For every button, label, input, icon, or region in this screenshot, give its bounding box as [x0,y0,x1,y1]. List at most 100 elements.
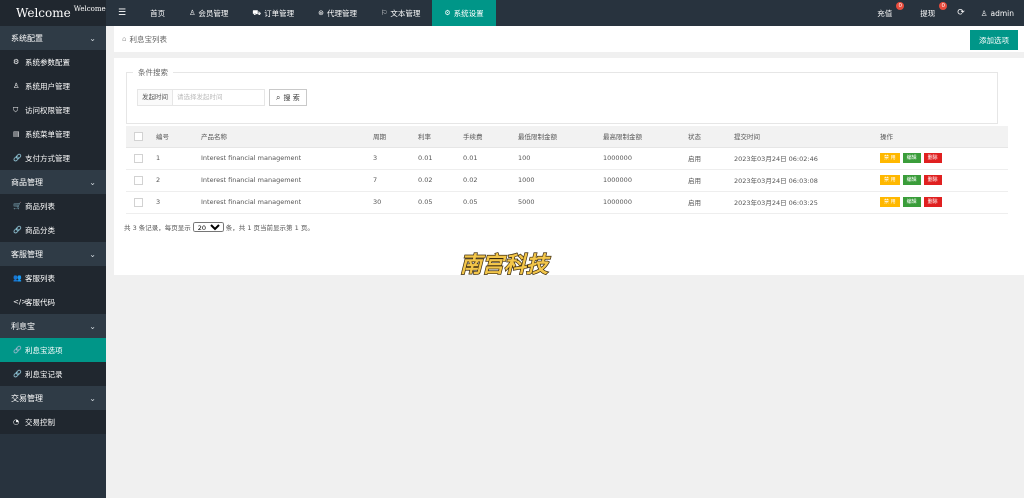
cell-fee: 0.05 [459,191,514,214]
sidebar-item-system-params[interactable]: ⚙ 系统参数配置 [0,50,106,74]
brand-title: Welcome [16,6,71,20]
dashboard-icon: ◔ [13,418,20,426]
header-product: 产品名称 [197,126,369,148]
user-menu[interactable]: ♙ admin [973,0,1024,26]
sidebar-item-interest-options[interactable]: 🔗 利息宝选项 [0,338,106,362]
chevron-down-icon: ⌄ [89,249,96,259]
user-icon: ♙ [13,82,20,90]
search-input[interactable]: 请选择发起时间 [173,89,265,106]
chevron-down-icon: ⌄ [89,33,96,43]
cell-actions: 禁 用编辑 删除 [876,147,1008,170]
header-status: 状态 [684,126,730,148]
cell-actions: 禁 用编辑 删除 [876,191,1008,214]
top-nav-text[interactable]: ⚐ 文本管理 [369,0,432,26]
sidebar-group-trade[interactable]: 交易管理 ⌄ [0,386,106,410]
home-icon: ⌂ [122,35,127,43]
cell-status: 启用 [684,147,730,170]
link-icon: 🔗 [13,226,22,234]
delete-button[interactable]: 删除 [923,197,942,207]
top-nav-home[interactable]: 首页 [138,0,177,26]
sidebar-item-access[interactable]: ⛉ 访问权限管理 [0,98,106,122]
disable-button[interactable]: 禁 用 [880,175,900,185]
sidebar-item-trade-control[interactable]: ◔ 交易控制 [0,410,106,434]
cell-max: 1000000 [599,147,684,170]
sidebar-group-interest[interactable]: 利息宝 ⌄ [0,314,106,338]
pagination-info: 共 3 条记录，每页显示 20 条，共 1 页当前显示第 1 页。 [124,222,314,232]
cell-period: 3 [369,147,414,170]
refresh-button[interactable]: ⟳ [949,0,973,26]
top-nav-orders[interactable]: ⛟ 订单管理 [240,0,306,26]
edit-button[interactable]: 编辑 [902,153,921,163]
page-size-select[interactable]: 20 [192,222,224,232]
cell-time: 2023年03月24日 06:03:08 [730,169,876,192]
content-area: ⌂ 利息宝列表 添加选项 条件搜索 发起时间 请选择发起时间 ⌕ 搜 索 编号 … [106,26,1024,498]
sidebar-group-service[interactable]: 客服管理 ⌄ [0,242,106,266]
cell-status: 启用 [684,169,730,192]
sidebar-item-payment[interactable]: 🔗 支付方式管理 [0,146,106,170]
table-row: 1 Interest financial management 3 0.01 0… [126,147,1008,170]
brand-sup: Welcome [73,5,106,13]
search-button[interactable]: ⌕ 搜 索 [269,89,307,106]
sidebar: Welcome Welcome 系统配置 ⌄ ⚙ 系统参数配置 ♙ 系统用户管理 ⛉ 访… [0,0,106,498]
table-row: 2 Interest financial management 7 0.02 0… [126,169,1008,192]
header-id: 编号 [152,126,197,148]
row-checkbox[interactable] [134,153,143,163]
cart-icon: 🛒 [13,202,22,210]
row-checkbox[interactable] [134,175,143,185]
withdraw-link[interactable]: 提现 0 [906,0,949,26]
row-checkbox[interactable] [134,197,143,207]
chevron-down-icon: ⌄ [89,177,96,187]
edit-button[interactable]: 编辑 [902,175,921,185]
sidebar-item-interest-records[interactable]: 🔗 利息宝记录 [0,362,106,386]
top-nav-agents[interactable]: ⊛ 代理管理 [306,0,369,26]
search-legend: 条件搜索 [133,67,173,78]
sidebar-item-service-list[interactable]: 👥 客服列表 [0,266,106,290]
pager-prefix: 共 3 条记录，每页显示 [124,224,191,232]
cell-product: Interest financial management [197,169,369,192]
shield-icon: ⛉ [13,105,19,114]
cell-max: 1000000 [599,169,684,192]
sidebar-item-goods-list[interactable]: 🛒 商品列表 [0,194,106,218]
sidebar-item-service-code[interactable]: </> 客服代码 [0,290,106,314]
disable-button[interactable]: 禁 用 [880,153,900,163]
add-option-button[interactable]: 添加选项 [970,30,1018,50]
search-label: 发起时间 [137,89,173,106]
select-all-checkbox[interactable] [134,131,143,141]
delete-button[interactable]: 删除 [923,175,942,185]
sidebar-item-menus[interactable]: ▤ 系统菜单管理 [0,122,106,146]
flag-icon: ⚐ [381,9,388,17]
code-icon: </> [13,298,28,306]
sidebar-item-system-users[interactable]: ♙ 系统用户管理 [0,74,106,98]
recharge-badge: 0 [896,2,905,10]
header-time: 提交时间 [730,126,876,148]
disable-button[interactable]: 禁 用 [880,197,900,207]
header-max: 最高限制金额 [599,126,684,148]
sidebar-item-goods-category[interactable]: 🔗 商品分类 [0,218,106,242]
top-nav-settings[interactable]: ⚙ 系统设置 [432,0,496,26]
cell-period: 30 [369,191,414,214]
delete-button[interactable]: 删除 [923,153,942,163]
refresh-icon: ⟳ [957,8,965,18]
search-fieldset: 条件搜索 发起时间 请选择发起时间 ⌕ 搜 索 [126,67,998,124]
menu-toggle[interactable]: ☰ [106,0,138,26]
breadcrumb: ⌂ 利息宝列表 添加选项 [114,26,1024,52]
header-rate: 利率 [414,126,459,148]
select-all-cell[interactable] [126,126,152,148]
recharge-link[interactable]: 充值 0 [863,0,906,26]
sidebar-group-goods[interactable]: 商品管理 ⌄ [0,170,106,194]
cell-product: Interest financial management [197,147,369,170]
cell-period: 7 [369,169,414,192]
link-icon: 🔗 [13,154,22,162]
cell-time: 2023年03月24日 06:02:46 [730,147,876,170]
edit-button[interactable]: 编辑 [902,197,921,207]
sidebar-group-system[interactable]: 系统配置 ⌄ [0,26,106,50]
top-nav-members[interactable]: ♙ 会员管理 [177,0,240,26]
cell-rate: 0.02 [414,169,459,192]
user-icon: ♙ [189,9,196,17]
header-min: 最低限制金额 [514,126,599,148]
link-icon: 🔗 [13,370,22,378]
withdraw-badge: 0 [939,2,948,10]
gear-icon: ⚙ [13,58,20,66]
interest-table: 编号 产品名称 周期 利率 手续费 最低限制金额 最高限制金额 状态 提交时间 … [126,126,1008,214]
header-period: 周期 [369,126,414,148]
